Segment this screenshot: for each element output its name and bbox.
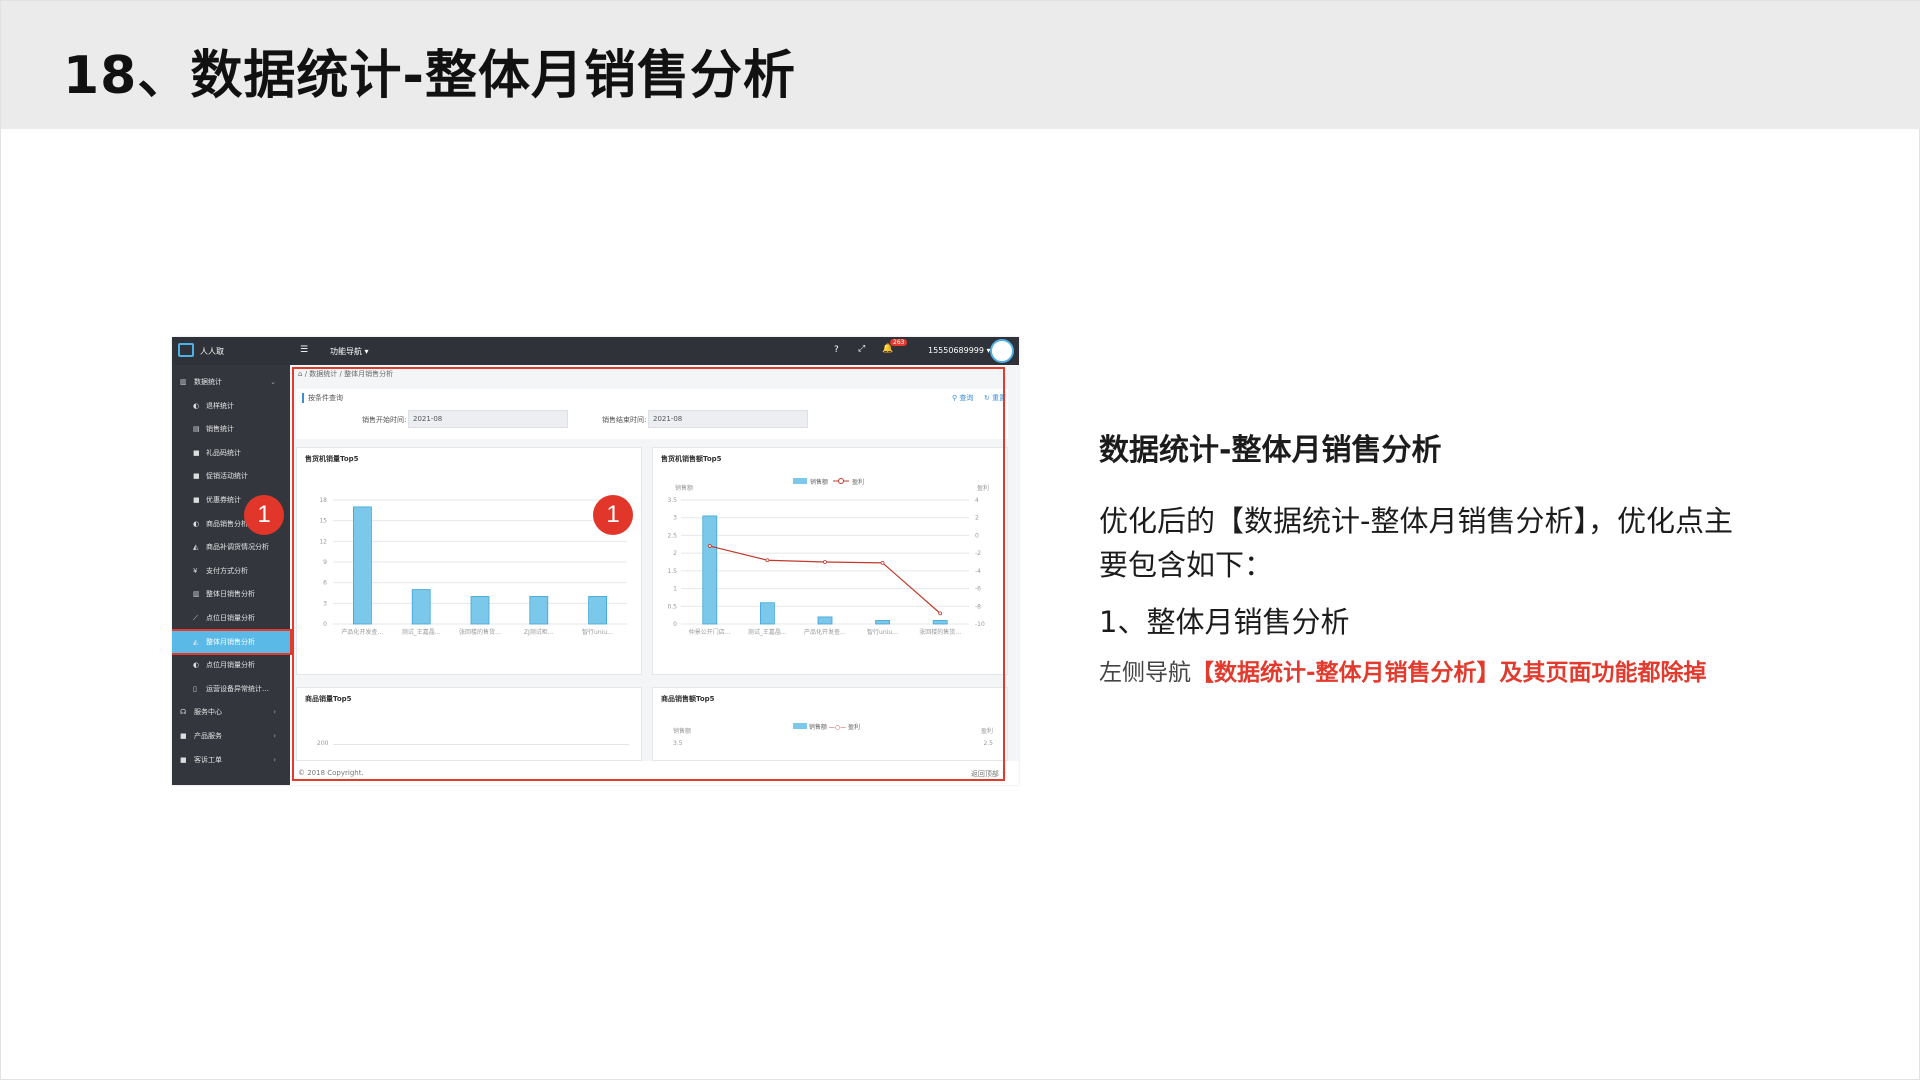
sidebar-item-label: 客诉工单 [194, 755, 222, 764]
point-item: 1、整体月销售分析 [1099, 605, 1350, 639]
sidebar-item[interactable]: ¥ 支付方式分析 [172, 560, 290, 582]
sidebar-item-label: 服务中心 [194, 708, 222, 717]
sidebar-item-label: 优惠券统计 [206, 496, 241, 504]
sidebar-item[interactable]: ◭ 整体月销售分析 [172, 628, 292, 655]
chevron-icon: ⌄ [270, 378, 276, 386]
sidebar-item[interactable]: ▥ 数据统计 ⌄ [172, 371, 290, 393]
sidebar-item-label: 退样统计 [206, 401, 234, 410]
section-heading: 数据统计-整体月销售分析 [1099, 433, 1442, 468]
sidebar-item-label: 数据统计 [194, 378, 222, 386]
highlight-box [292, 367, 1005, 781]
note-highlight: 【数据统计-整体月销售分析】及其页面功能都除掉 [1191, 660, 1707, 686]
sidebar-item-label: 点位月销量分析 [206, 661, 255, 670]
sidebar-item[interactable]: ▥ 整体日销售分析 [172, 583, 290, 605]
sidebar-item-label: 运营设备异常统计… [206, 684, 269, 693]
chevron-icon: › [273, 708, 276, 717]
avatar[interactable] [990, 339, 1014, 363]
bar-chart-icon: ▥ [180, 378, 187, 386]
function-nav-menu[interactable]: 功能导航 ▾ [330, 346, 369, 357]
pie-icon: ◐ [193, 519, 200, 528]
sidebar-item[interactable]: ◐ 点位月销量分析 [172, 654, 290, 676]
menu-icon[interactable]: ☰ [300, 345, 308, 355]
note-prefix: 左侧导航 [1099, 660, 1191, 686]
sidebar-item[interactable]: ◐ 退样统计 [172, 395, 290, 417]
slide-header: 18、数据统计-整体月销售分析 [1, 1, 1920, 129]
chevron-icon: › [273, 755, 276, 764]
annotation-marker: 1 [593, 495, 633, 535]
sidebar-item[interactable]: ⟋ 点位日销量分析 [172, 607, 290, 629]
square-icon: ■ [193, 472, 200, 481]
sidebar-item-label: 商品补调货情况分析 [206, 543, 269, 552]
file-icon: ▯ [193, 684, 197, 693]
slide: 18、数据统计-整体月销售分析 人人取 ☰ 功能导航 ▾ ? ⤢ 🔔 263 1… [0, 0, 1920, 1080]
sidebar-item[interactable]: ■ 促销活动统计 [172, 465, 290, 487]
fullscreen-icon[interactable]: ⤢ [858, 344, 865, 354]
sidebar-item-label: 商品销售分析 [206, 519, 248, 528]
note: 左侧导航【数据统计-整体月销售分析】及其页面功能都除掉 [1099, 653, 1707, 687]
annotation-marker: 1 [244, 495, 284, 535]
square-icon: ■ [180, 755, 187, 764]
slide-title: 18、数据统计-整体月销售分析 [63, 46, 796, 106]
area-chart-icon: ◭ [193, 543, 199, 552]
sidebar-item[interactable]: ◭ 商品补调货情况分析 [172, 536, 290, 558]
help-icon[interactable]: ? [834, 345, 839, 355]
sidebar-item-label: 礼品码统计 [206, 448, 241, 457]
sidebar-item[interactable]: ■ 产品服务 › [172, 725, 290, 747]
sidebar-item[interactable]: ▯ 运营设备异常统计… [172, 678, 290, 700]
user-menu[interactable]: 15550689999 ▾ [928, 346, 991, 355]
sidebar-item-label: 支付方式分析 [206, 566, 248, 575]
sidebar-item[interactable]: ☊ 服务中心 › [172, 701, 290, 723]
headset-icon: ☊ [180, 708, 187, 717]
square-icon: ■ [193, 448, 200, 457]
app-name: 人人取 [200, 347, 224, 356]
chevron-icon: › [273, 732, 276, 740]
yen-icon: ¥ [193, 566, 198, 575]
app-logo-icon [178, 343, 194, 357]
sidebar-item-label: 整体日销售分析 [206, 590, 255, 599]
sidebar-item[interactable]: ■ 礼品码统计 [172, 442, 290, 464]
sidebar-item[interactable]: ■ 客诉工单 › [172, 749, 290, 771]
sidebar-item-label: 整体月销售分析 [206, 637, 255, 646]
sidebar-item[interactable]: ▤ 销售统计 [172, 418, 290, 440]
doc-icon: ▤ [193, 425, 200, 434]
sidebar-item-label: 促销活动统计 [206, 472, 248, 481]
pie-icon: ◐ [193, 401, 200, 410]
bar-chart-icon: ▥ [193, 590, 200, 599]
app-topbar: 人人取 ☰ 功能导航 ▾ ? ⤢ 🔔 263 15550689999 ▾ [172, 337, 1019, 365]
notification-badge: 263 [890, 339, 908, 346]
sidebar-item-label: 销售统计 [206, 425, 234, 434]
app-screenshot: 人人取 ☰ 功能导航 ▾ ? ⤢ 🔔 263 15550689999 ▾ ▥ 数据… [172, 337, 1019, 785]
sidebar: ▥ 数据统计 ⌄ ◐ 退样统计 ▤ 销售统计 ■ 礼品码统计 ■ 促销活动统计 ■ 优惠券统计 ◐ 商品销售… [172, 365, 292, 785]
square-icon: ■ [193, 496, 200, 504]
sidebar-item-label: 点位日销量分析 [206, 614, 255, 622]
sidebar-item-label: 产品服务 [194, 732, 222, 740]
description-paragraph: 优化后的【数据统计-整体月销售分析】，优化点主要包含如下： [1099, 504, 1733, 582]
area-chart-icon: ◭ [193, 637, 199, 646]
square-icon: ■ [180, 732, 187, 740]
pie-icon: ◐ [193, 661, 200, 670]
line-chart-icon: ⟋ [193, 614, 198, 622]
